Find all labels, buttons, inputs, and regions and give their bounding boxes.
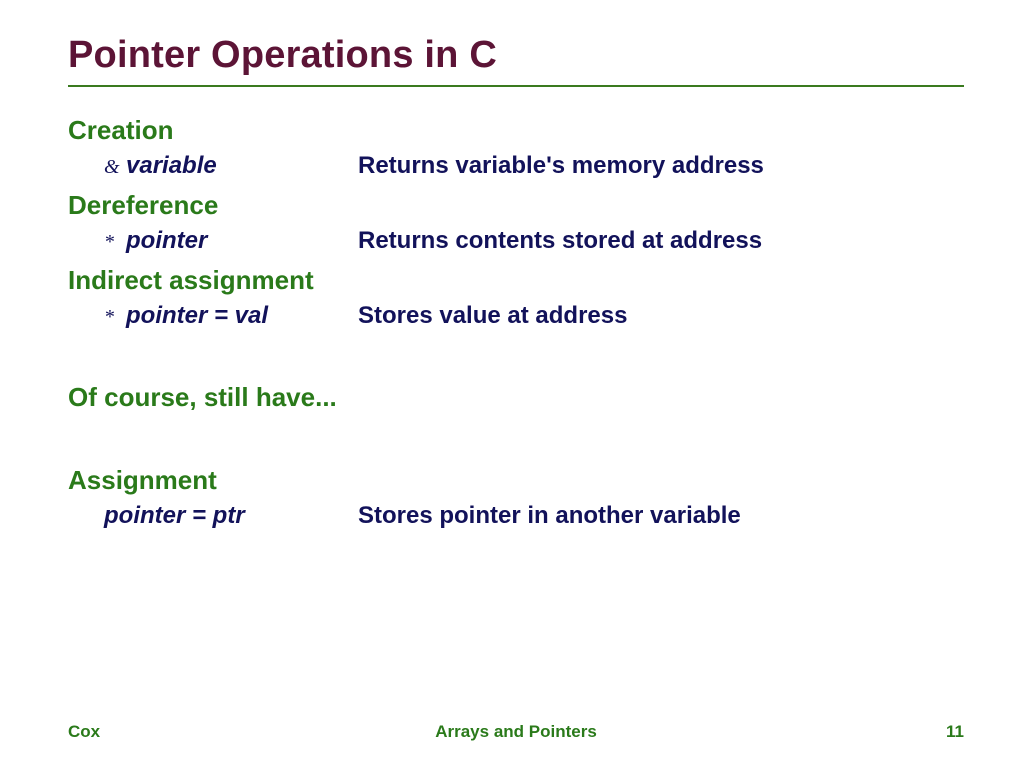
operator-star-assign: * [104, 306, 126, 329]
desc-assignment: Stores pointer in another variable [358, 502, 741, 530]
slide-title: Pointer Operations in C [68, 34, 964, 77]
operator-star: * [104, 231, 126, 254]
section-head-dereference: Dereference [68, 190, 964, 221]
slide-content: Creation & variable Returns variable's m… [68, 115, 964, 530]
note-line: Of course, still have... [68, 382, 964, 413]
row-indirect: * pointer = val Stores value at address [68, 302, 964, 330]
desc-indirect: Stores value at address [358, 302, 627, 330]
row-assignment: pointer = ptr Stores pointer in another … [68, 502, 964, 530]
section-head-creation: Creation [68, 115, 964, 146]
desc-dereference: Returns contents stored at address [358, 227, 762, 255]
code-variable: variable [126, 152, 358, 180]
footer-topic: Arrays and Pointers [68, 722, 964, 742]
code-pointer-ptr: pointer = ptr [104, 502, 358, 530]
operator-ampersand: & [104, 156, 126, 179]
section-head-assignment: Assignment [68, 465, 964, 496]
title-divider [68, 85, 964, 87]
slide-footer: Cox Arrays and Pointers 11 [68, 722, 964, 742]
desc-creation: Returns variable's memory address [358, 152, 764, 180]
row-creation: & variable Returns variable's memory add… [68, 152, 964, 180]
slide: Pointer Operations in C Creation & varia… [0, 0, 1024, 530]
code-pointer-val: pointer = val [126, 302, 358, 330]
row-dereference: * pointer Returns contents stored at add… [68, 227, 964, 255]
section-head-indirect: Indirect assignment [68, 265, 964, 296]
code-pointer: pointer [126, 227, 358, 255]
